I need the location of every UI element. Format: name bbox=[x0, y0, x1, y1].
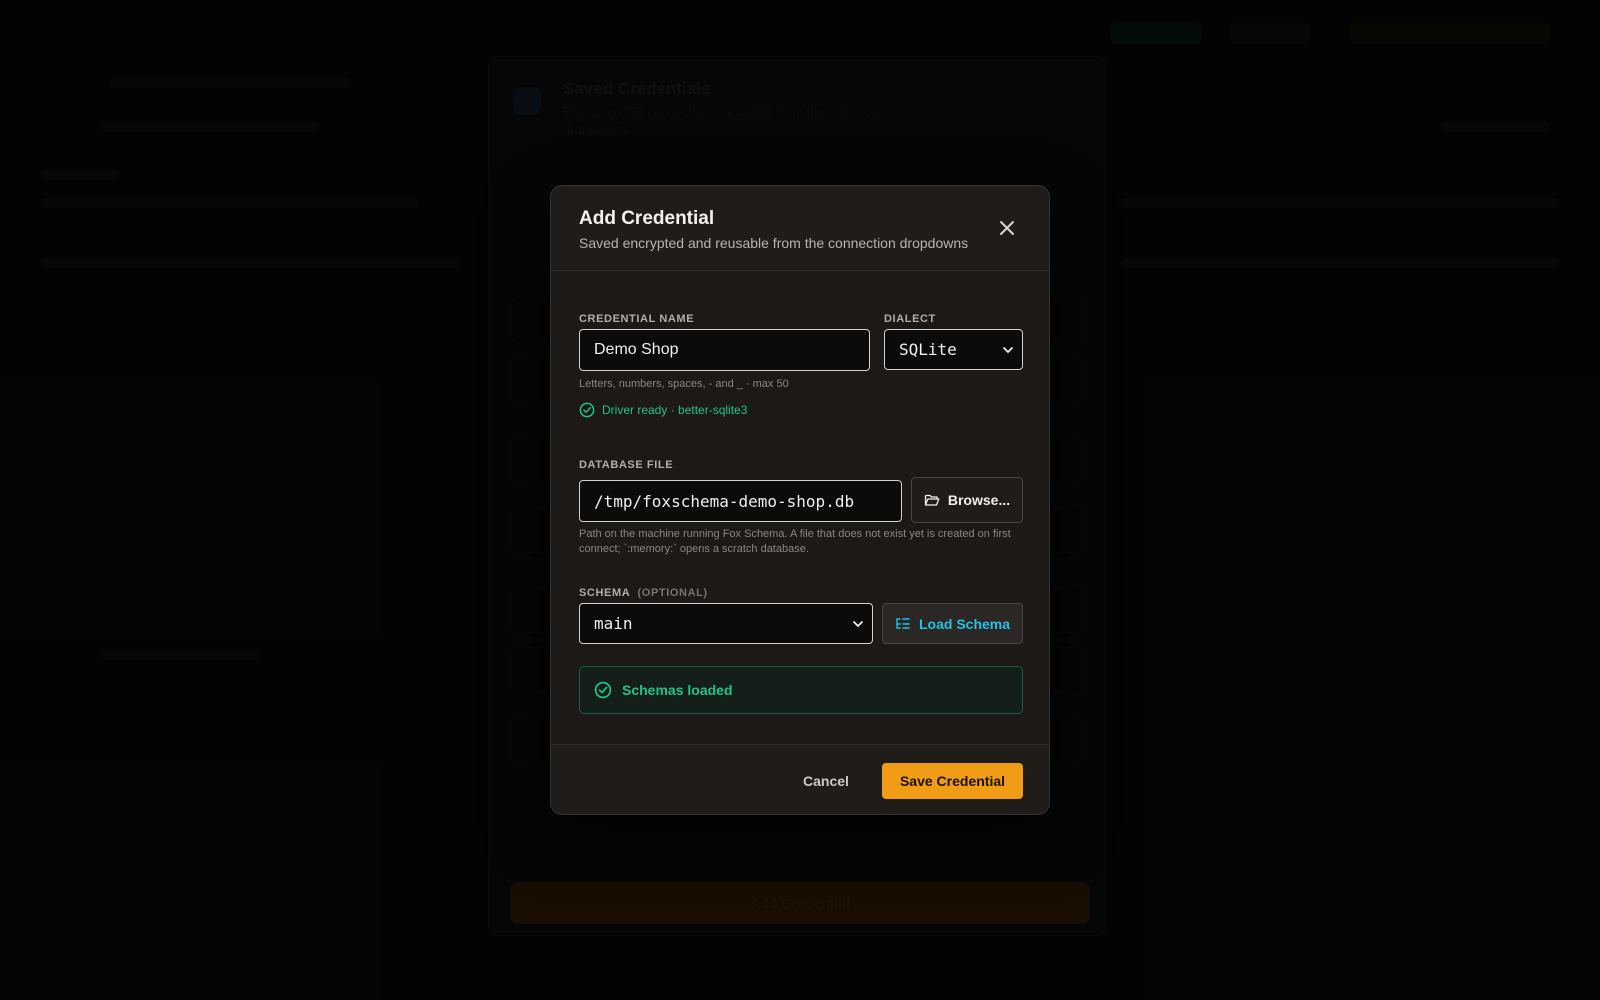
schema-optional-tag: (Optional) bbox=[637, 587, 708, 599]
load-schema-label: Load Schema bbox=[918, 615, 1011, 632]
driver-status-text: Driver ready · better-sqlite3 bbox=[602, 403, 748, 417]
dialog-footer: Cancel Save Credential bbox=[551, 744, 1049, 814]
database-file-label: Database File bbox=[579, 459, 674, 471]
schema-select[interactable]: main bbox=[579, 603, 873, 644]
dialog-title: Add Credential bbox=[579, 208, 715, 229]
browse-button-label: Browse... bbox=[947, 492, 1011, 508]
check-circle-icon bbox=[594, 681, 612, 699]
load-schema-button[interactable]: Load Schema bbox=[882, 603, 1023, 644]
browse-button[interactable]: Browse... bbox=[911, 477, 1023, 523]
schemas-loaded-text: Schemas loaded bbox=[622, 682, 733, 698]
check-circle-icon bbox=[579, 402, 595, 418]
close-icon bbox=[1000, 221, 1014, 235]
close-button[interactable] bbox=[995, 216, 1019, 240]
driver-status: Driver ready · better-sqlite3 bbox=[579, 402, 747, 418]
dialog-body: Credential Name Letters, numbers, spaces… bbox=[551, 271, 1049, 744]
folder-open-icon bbox=[924, 494, 940, 506]
schema-label: Schema (Optional) bbox=[579, 587, 708, 599]
dialect-label: Dialect bbox=[884, 313, 936, 325]
dialect-select[interactable]: SQLite bbox=[884, 329, 1023, 370]
save-credential-button[interactable]: Save Credential bbox=[882, 763, 1023, 799]
database-file-input[interactable] bbox=[579, 480, 902, 522]
database-file-hint: Path on the machine running Fox Schema. … bbox=[579, 528, 1011, 555]
chevron-down-icon bbox=[853, 621, 863, 627]
chevron-down-icon bbox=[1003, 347, 1013, 353]
cancel-button[interactable]: Cancel bbox=[791, 763, 861, 799]
dialect-selected-value: SQLite bbox=[899, 340, 957, 359]
credential-name-hint: Letters, numbers, spaces, - and _ · max … bbox=[579, 378, 789, 390]
dialog-header: Add Credential Saved encrypted and reusa… bbox=[551, 186, 1049, 271]
add-credential-dialog: Add Credential Saved encrypted and reusa… bbox=[550, 185, 1050, 815]
schema-label-text: Schema bbox=[579, 587, 630, 599]
schemas-loaded-alert: Schemas loaded bbox=[579, 666, 1023, 714]
schema-selected-value: main bbox=[594, 614, 633, 633]
credential-name-input[interactable] bbox=[579, 329, 870, 371]
dialog-subtitle: Saved encrypted and reusable from the co… bbox=[579, 235, 969, 251]
list-tree-icon bbox=[896, 617, 910, 629]
credential-name-label: Credential Name bbox=[579, 313, 695, 325]
